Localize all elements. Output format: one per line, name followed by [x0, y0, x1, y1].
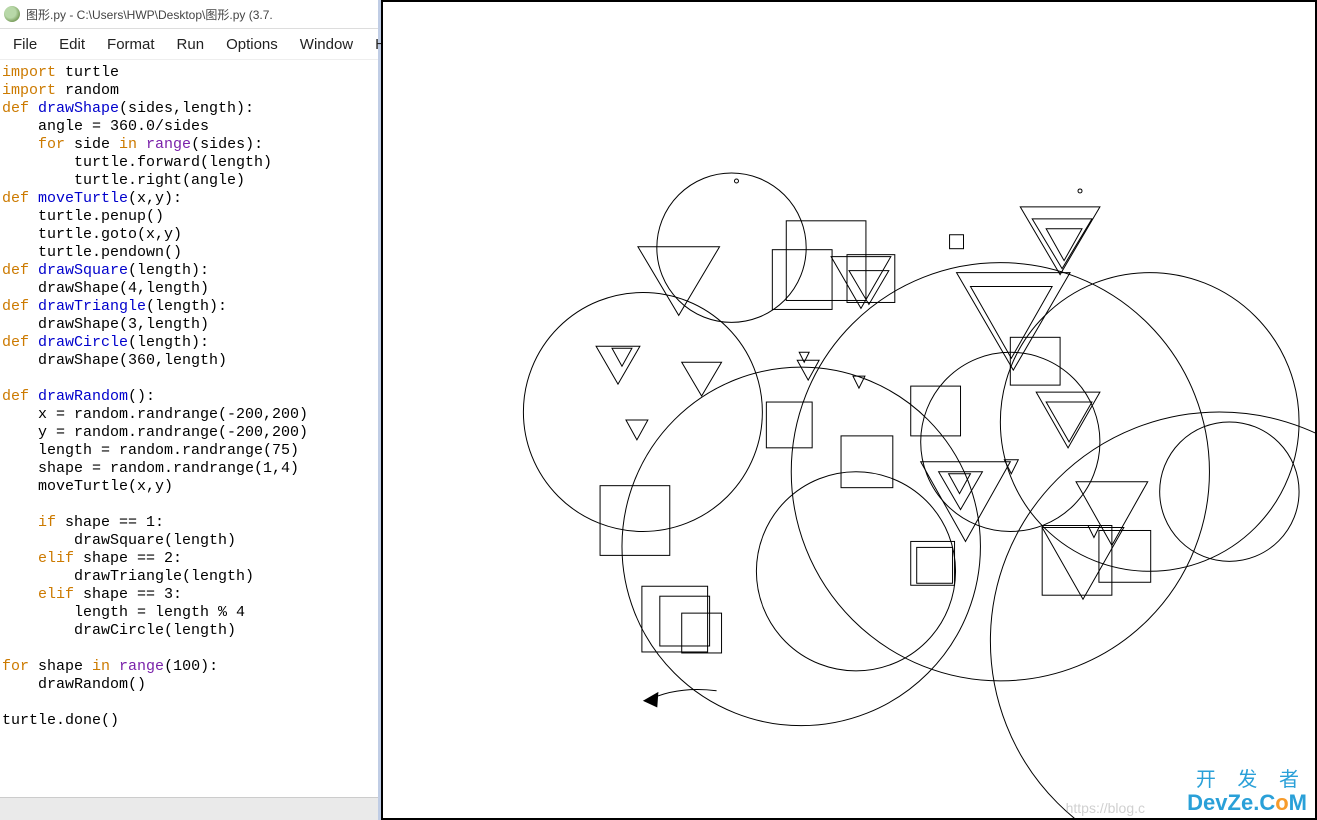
turtle-graphics-window: https://blog.c 开 发 者 DevZe.CoM — [381, 0, 1317, 820]
menu-options[interactable]: Options — [215, 32, 289, 57]
menu-run[interactable]: Run — [166, 32, 216, 57]
menu-edit[interactable]: Edit — [48, 32, 96, 57]
menu-bar: File Edit Format Run Options Window Hel — [0, 29, 378, 60]
status-bar — [0, 797, 378, 820]
turtle-canvas — [383, 2, 1315, 818]
menu-window[interactable]: Window — [289, 32, 364, 57]
python-icon — [4, 6, 20, 22]
brand-watermark: 开 发 者 DevZe.CoM — [1187, 770, 1307, 814]
source-code[interactable]: import turtle import random def drawShap… — [0, 60, 378, 797]
menu-file[interactable]: File — [2, 32, 48, 57]
menu-format[interactable]: Format — [96, 32, 166, 57]
title-bar[interactable]: 图形.py - C:\Users\HWP\Desktop\图形.py (3.7. — [0, 0, 378, 29]
window-title: 图形.py - C:\Users\HWP\Desktop\图形.py (3.7. — [26, 6, 273, 23]
blog-watermark: https://blog.c — [1066, 800, 1145, 816]
idle-editor-window: 图形.py - C:\Users\HWP\Desktop\图形.py (3.7.… — [0, 0, 381, 820]
